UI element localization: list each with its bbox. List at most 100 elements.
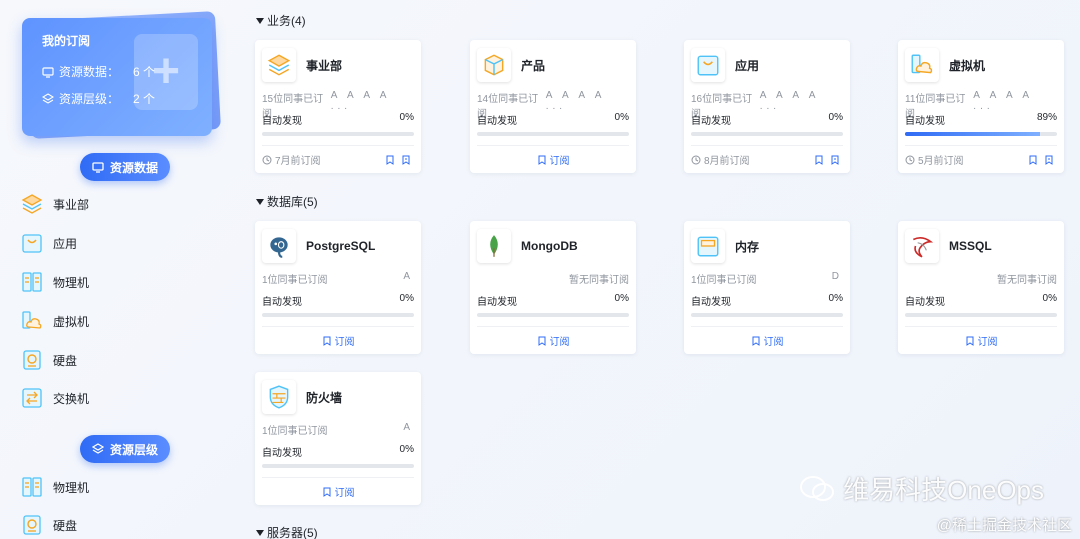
collapse-triangle-icon <box>256 17 264 24</box>
resource-card-mssql[interactable]: MSSQL 暂无同事订阅 自动发现 0% 订阅 <box>898 221 1064 354</box>
subscriber-count: 14位同事已订阅 <box>477 94 539 120</box>
sidebar-item-label: 物理机 <box>53 480 90 495</box>
no-subscribers-text: 暂无同事订阅 <box>997 275 1057 286</box>
progress-bar <box>691 313 843 317</box>
server-rack-icon <box>22 272 42 292</box>
resource-card-postgresql[interactable]: PostgreSQL 1位同事已订阅 A 自动发现 0% 订阅 <box>255 221 421 354</box>
subscribe-button[interactable]: 订阅 <box>691 326 843 354</box>
sidebar-item-physical-machine[interactable]: 物理机 <box>20 268 89 296</box>
bookmark-icon[interactable] <box>1028 155 1038 165</box>
progress-bar <box>691 132 843 136</box>
auto-discover-percent: 89% <box>1036 112 1057 123</box>
no-subscribers-text: 暂无同事订阅 <box>569 275 629 286</box>
sidebar: 我的订阅 资源数据： 6 个 资源层级： 2 个 资源数据 事业部 应用 物理机 <box>0 0 240 539</box>
subscription-summary: 我的订阅 资源数据： 6 个 资源层级： 2 个 <box>22 18 212 136</box>
sidebar-level-item-physical-machine[interactable]: 物理机 <box>20 473 89 501</box>
sidebar-item-label: 硬盘 <box>53 518 78 533</box>
my-subscription-card[interactable]: 我的订阅 资源数据： 6 个 资源层级： 2 个 <box>22 11 221 139</box>
layers-icon <box>42 92 54 104</box>
resource-card-application[interactable]: 应用 16位同事已订阅 A A A A ... 自动发现 0% 8月前订阅 <box>684 40 850 173</box>
auto-discover-label: 自动发现 <box>262 297 302 308</box>
sidebar-item-label: 虚拟机 <box>53 314 90 329</box>
resource-card-product[interactable]: 产品 14位同事已订阅 A A A A ... 自动发现 0% 订阅 <box>470 40 636 173</box>
section-server[interactable]: 服务器(5) <box>256 524 318 539</box>
bookmark-filled-icon[interactable] <box>401 155 411 165</box>
box-icon <box>484 54 504 76</box>
bookmark-icon[interactable] <box>385 155 395 165</box>
sidebar-level-item-disk[interactable]: 硬盘 <box>20 511 77 539</box>
section-database[interactable]: 数据库(5) <box>256 193 318 210</box>
auto-discover-label: 自动发现 <box>691 297 731 308</box>
subscriber-avatars[interactable]: D <box>832 271 843 285</box>
subscribe-button[interactable]: 订阅 <box>905 326 1057 354</box>
subscriber-avatars[interactable]: A <box>403 271 414 285</box>
time-text: 5月前订阅 <box>918 156 964 167</box>
postgresql-logo <box>262 229 296 263</box>
card-name: MSSQL <box>949 239 992 253</box>
resource-card-business-unit[interactable]: 事业部 15位同事已订阅 A A A A ... 自动发现 0% 7月前订阅 <box>255 40 421 173</box>
auto-discover-percent: 0% <box>614 293 629 304</box>
subscriber-count: 15位同事已订阅 <box>262 94 324 120</box>
auto-discover-percent: 0% <box>399 293 414 304</box>
subscribe-label: 订阅 <box>549 337 570 348</box>
time-text: 7月前订阅 <box>275 156 321 167</box>
monitor-icon <box>92 162 104 173</box>
application-logo <box>691 48 725 82</box>
subscribe-button[interactable]: 订阅 <box>477 145 629 173</box>
wechat-icon <box>800 475 835 501</box>
bookmark-filled-icon[interactable] <box>830 155 840 165</box>
subscriber-avatars[interactable]: A <box>403 422 414 436</box>
server-rack-icon <box>22 477 42 497</box>
business-unit-logo <box>262 48 296 82</box>
resource-card-firewall[interactable]: 防火墙 1位同事已订阅 A 自动发现 0% 订阅 <box>255 372 421 505</box>
resource-data-value: 6 个 <box>133 65 156 79</box>
auto-discover-percent: 0% <box>399 112 414 123</box>
resource-data-pill[interactable]: 资源数据 <box>80 153 170 181</box>
disk-icon <box>23 350 41 370</box>
subscriber-avatars[interactable]: A A A A ... <box>760 90 843 112</box>
card-name: 虚拟机 <box>949 58 986 73</box>
resource-card-mongodb[interactable]: MongoDB 暂无同事订阅 自动发现 0% 订阅 <box>470 221 636 354</box>
sidebar-item-switch[interactable]: 交换机 <box>20 384 89 412</box>
clock-icon <box>905 155 915 164</box>
subscribe-button[interactable]: 订阅 <box>477 326 629 354</box>
section-business[interactable]: 业务(4) <box>256 12 306 29</box>
subscribed-time: 8月前订阅 <box>691 152 750 167</box>
bookmark-icon <box>323 487 330 497</box>
virtual-machine-logo <box>905 48 939 82</box>
resource-level-value: 2 个 <box>133 92 156 106</box>
site-watermark: @稀土掘金技术社区 <box>936 517 1072 534</box>
sidebar-item-label: 事业部 <box>53 197 90 212</box>
sidebar-item-virtual-machine[interactable]: 虚拟机 <box>20 307 89 335</box>
subscribe-label: 订阅 <box>977 337 998 348</box>
bookmark-icon[interactable] <box>814 155 824 165</box>
resource-card-memory[interactable]: 内存 1位同事已订阅 D 自动发现 0% 订阅 <box>684 221 850 354</box>
cloud-vm-icon <box>911 54 933 74</box>
bookmark-icon <box>323 336 330 346</box>
subscriber-avatars[interactable]: A A A A ... <box>331 90 414 112</box>
sidebar-item-application[interactable]: 应用 <box>20 229 77 257</box>
shield-wall-icon <box>269 385 289 409</box>
subscribe-button[interactable]: 订阅 <box>262 477 414 505</box>
resource-card-virtual-machine[interactable]: 虚拟机 11位同事已订阅 A A A A ... 自动发现 89% 5月前订阅 <box>898 40 1064 173</box>
auto-discover-label: 自动发现 <box>905 116 945 127</box>
sidebar-item-business-unit[interactable]: 事业部 <box>20 190 89 218</box>
subscriber-count: 1位同事已订阅 <box>691 275 757 286</box>
sql-server-icon <box>912 236 934 258</box>
subscribe-button[interactable]: 订阅 <box>262 326 414 354</box>
resource-level-pill[interactable]: 资源层级 <box>80 435 170 463</box>
subscriber-avatars[interactable]: A A A A ... <box>546 90 629 112</box>
progress-bar <box>262 132 414 136</box>
card-name: 防火墙 <box>306 390 343 405</box>
auto-discover-label: 自动发现 <box>262 448 302 459</box>
auto-discover-percent: 0% <box>1042 293 1057 304</box>
sidebar-item-disk[interactable]: 硬盘 <box>20 346 77 374</box>
bookmark-filled-icon[interactable] <box>1044 155 1054 165</box>
clock-icon <box>691 155 701 164</box>
subscription-title: 我的订阅 <box>42 34 91 48</box>
card-name: 事业部 <box>306 58 343 73</box>
card-name: MongoDB <box>521 239 578 253</box>
subscriber-avatars[interactable]: A A A A ... <box>973 90 1057 112</box>
auto-discover-percent: 0% <box>614 112 629 123</box>
time-text: 8月前订阅 <box>704 156 750 167</box>
